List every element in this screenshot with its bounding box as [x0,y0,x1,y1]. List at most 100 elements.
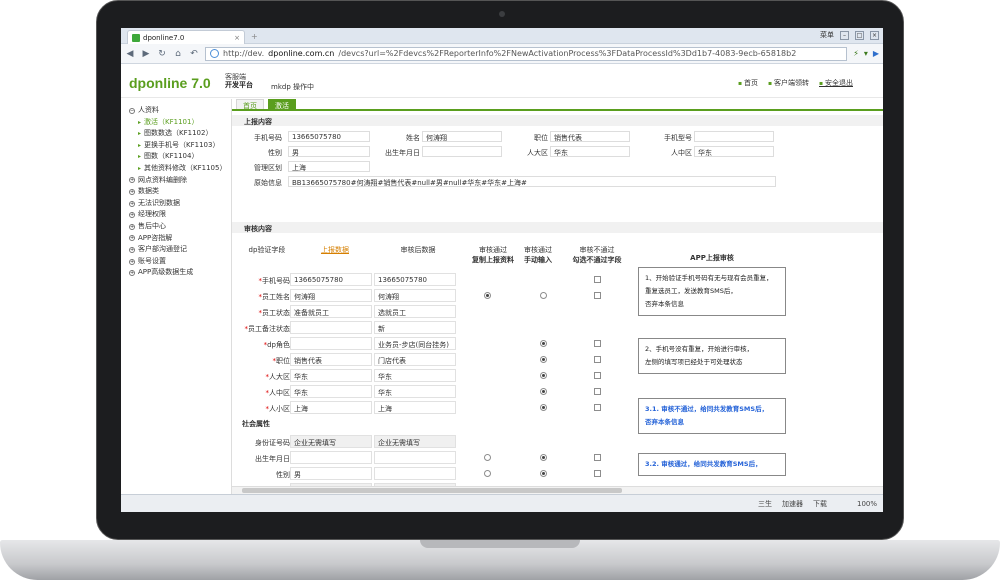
tab-home[interactable]: 首页 [236,99,264,110]
review-radio[interactable] [484,292,491,299]
tab-close-icon[interactable]: × [234,34,240,42]
review-radio[interactable] [540,340,547,347]
reported-value: 男 [290,467,372,480]
sidebar-item[interactable]: + 客户部沟通登记 [129,244,231,256]
sidebar-item[interactable]: + 账号设置 [129,256,231,268]
horizontal-scrollbar[interactable] [232,486,883,494]
close-window-icon[interactable]: × [870,30,879,40]
reported-value [290,337,372,350]
status-item[interactable]: 下载 [813,499,827,509]
expand-icon: + [129,188,135,195]
status-item[interactable]: 三生 [758,499,772,509]
social-section-title: 社会属性 [242,420,270,428]
scroll-thumb[interactable] [242,488,622,493]
phone-label: 手机号码 [254,134,282,142]
lightning-icon[interactable]: ⚡ [853,49,859,58]
sidebar-item-label: 图数数选（KF1102） [144,129,213,138]
sidebar-item[interactable]: + 网点资料编删除 [129,175,231,187]
reviewed-input[interactable] [374,451,456,464]
app-step-box: 2、手机号没有重复，开始进行审核， 左侧的填写项已经处于可处理状态 [638,338,786,374]
go-icon[interactable]: ▶ [873,49,879,58]
url-host: dponline.com.cn [268,49,335,58]
browser-tab[interactable]: dponline7.0 × [127,30,245,44]
review-grid: dp验证字段 上报数据 审核后数据 审核通过 复制上报资料 审核通过 手动输入 审核… [232,233,883,494]
review-radio[interactable] [540,372,547,379]
reviewed-input[interactable]: 新 [374,321,456,334]
sidebar-item[interactable]: + APP高级数据生成 [129,267,231,279]
sidebar-item[interactable]: + 数据类 [129,186,231,198]
sidebar-item[interactable]: + APP咨指解 [129,233,231,245]
midarea-label: 人中区 [671,149,692,157]
status-item[interactable]: 加速器 [782,499,803,509]
reject-checkbox[interactable] [594,340,601,347]
new-tab-button[interactable]: + [251,32,258,41]
review-row-label-text: 职位 [276,357,290,365]
sidebar-item-label: 更换手机号（KF1103） [144,140,220,149]
reviewed-input[interactable]: 选就员工 [374,305,456,318]
sidebar-item[interactable]: ▸ 更换手机号（KF1103） [129,140,231,152]
refresh-icon[interactable]: ↻ [157,49,167,59]
reject-checkbox[interactable] [594,388,601,395]
reported-value: 13665075780 [290,273,372,286]
sidebar-item[interactable]: ▸ 其他资料修改（KF1105） [129,163,231,175]
reject-checkbox[interactable] [594,470,601,477]
sidebar-item[interactable]: + 售后中心 [129,221,231,233]
review-radio[interactable] [540,388,547,395]
expand-icon: + [129,223,135,230]
review-radio[interactable] [484,470,491,477]
birth-label: 出生年月日 [385,149,420,157]
forward-icon[interactable]: ▶ [141,49,151,59]
reject-checkbox[interactable] [594,276,601,283]
review-radio[interactable] [540,404,547,411]
back-icon[interactable]: ◀ [125,49,135,59]
reject-checkbox[interactable] [594,454,601,461]
sidebar-item[interactable]: + 无法识别数据 [129,198,231,210]
menu-label[interactable]: 菜单 [820,30,834,40]
sidebar-item[interactable]: − 人资料 [129,105,231,117]
reviewed-input[interactable]: 华东 [374,369,456,382]
reviewed-input[interactable]: 上海 [374,401,456,414]
dropdown-icon[interactable]: ▾ [864,49,868,58]
review-radio[interactable] [540,470,547,477]
home-icon[interactable]: ⌂ [173,49,183,59]
review-row-label-text: 人大区 [269,373,290,381]
reject-checkbox[interactable] [594,404,601,411]
review-radio[interactable] [484,454,491,461]
review-radio[interactable] [540,292,547,299]
reviewed-input[interactable]: 华东 [374,385,456,398]
maximize-icon[interactable]: □ [855,30,864,40]
review-row-label-text: 员工姓名 [262,293,290,301]
home-link[interactable]: 首页 [738,78,758,88]
review-radio[interactable] [540,356,547,363]
status-item[interactable]: 100% [857,500,877,508]
reject-checkbox[interactable] [594,372,601,379]
reject-checkbox[interactable] [594,356,601,363]
sidebar-item[interactable]: ▸ 图数（KF1104） [129,151,231,163]
reviewed-input[interactable]: 门店代表 [374,353,456,366]
reject-checkbox[interactable] [594,292,601,299]
tab-activate[interactable]: 激活 [268,99,296,110]
report-section-title: 上报内容 [232,115,883,126]
social-row-label: 出生年月日 [255,455,290,463]
reject-header: 审核不通过 勾选不通过字段 [552,245,642,265]
app-step-line: 否弃本条信息 [645,418,684,426]
info-value: BB13665075780#何涛翔#销售代表#null#男#null#华东#华东… [288,176,776,187]
window-controls: 菜单 – □ × [820,30,879,40]
platform-label: 客服端 开发平台 [225,73,253,89]
client-switch-link[interactable]: 客户端领转 [768,78,809,88]
url-input[interactable]: http://dev. dponline.com.cn/devcs?url=%2F… [205,46,848,61]
undo-icon[interactable]: ↶ [189,49,199,59]
birth-value [422,146,502,157]
logout-link[interactable]: 安全退出 [819,78,853,88]
reviewed-input[interactable] [374,467,456,480]
sidebar-item[interactable]: + 经理权限 [129,209,231,221]
minimize-icon[interactable]: – [840,30,849,40]
reviewed-input[interactable]: 业务员-步店(同台挂务) [374,337,456,350]
reviewed-input[interactable]: 13665075780 [374,273,456,286]
sidebar-item[interactable]: ▸ 图数数选（KF1102） [129,128,231,140]
review-radio[interactable] [540,454,547,461]
reported-value: 企业无需填写 [290,435,372,448]
reviewed-input[interactable]: 何涛翔 [374,289,456,302]
platform-line1: 客服端 [225,73,246,81]
sidebar-item[interactable]: ▸ 激活（KF1101） [129,117,231,129]
